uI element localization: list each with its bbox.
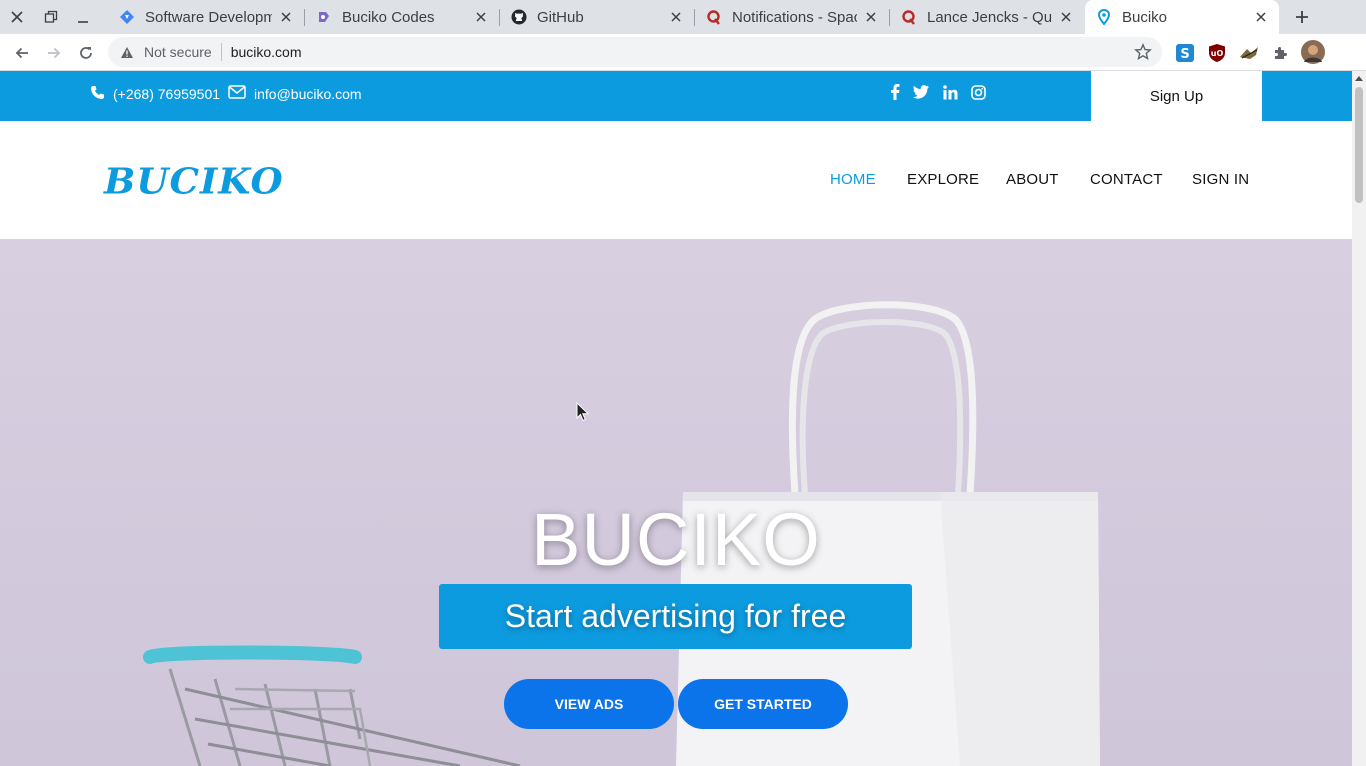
tab-github[interactable]: GitHub <box>500 0 694 34</box>
email-contact[interactable]: info@buciko.com <box>228 85 362 102</box>
warning-icon[interactable] <box>120 44 136 60</box>
twitter-icon[interactable] <box>912 83 930 101</box>
site-logo[interactable]: BUCIKO <box>104 160 284 202</box>
puzzle-icon[interactable] <box>1270 42 1292 64</box>
bookmark-star-icon[interactable] <box>1134 43 1152 64</box>
quora-icon <box>900 8 918 26</box>
reload-icon[interactable] <box>73 40 99 66</box>
location-pin-icon <box>1095 8 1113 26</box>
nav-home[interactable]: HOME <box>830 171 876 188</box>
mouse-cursor-icon <box>576 401 590 427</box>
nav-explore[interactable]: EXPLORE <box>907 171 979 188</box>
tab-close-icon[interactable] <box>668 9 684 25</box>
page-scrollbar[interactable] <box>1352 71 1366 766</box>
forward-icon[interactable] <box>41 40 67 66</box>
site-header: BUCIKO HOME EXPLORE ABOUT CONTACT SIGN I… <box>0 121 1352 239</box>
tab-title: Software Developm <box>145 8 272 26</box>
shopping-cart-illustration <box>143 645 521 766</box>
close-window-icon[interactable] <box>4 4 30 30</box>
tab-close-icon[interactable] <box>473 9 489 25</box>
tab-buciko-codes[interactable]: Buciko Codes <box>305 0 499 34</box>
phone-number[interactable]: (+268) 76959501 <box>113 86 220 102</box>
tab-title: GitHub <box>537 8 584 26</box>
tab-software-development[interactable]: Software Developm <box>108 0 304 34</box>
tab-close-icon[interactable] <box>1253 9 1269 25</box>
minimize-window-icon[interactable] <box>70 4 96 30</box>
profile-avatar[interactable] <box>1301 40 1325 64</box>
skype-icon[interactable]: S <box>1174 42 1196 64</box>
new-tab-icon[interactable] <box>1290 5 1314 29</box>
ext-icon[interactable] <box>1238 42 1260 64</box>
github-icon <box>510 8 528 26</box>
page-viewport: (+268) 76959501 info@buciko.com Sign Up … <box>0 71 1352 766</box>
security-label[interactable]: Not secure <box>144 44 212 60</box>
tab-buciko[interactable]: Buciko <box>1085 0 1279 34</box>
nav-about[interactable]: ABOUT <box>1006 171 1059 188</box>
facebook-icon[interactable] <box>886 83 904 101</box>
quora-icon <box>705 8 723 26</box>
google-sites-icon <box>118 8 136 26</box>
view-ads-button[interactable]: VIEW ADS <box>504 679 674 729</box>
browser-toolbar: Not secure buciko.com S uO <box>0 34 1366 71</box>
tab-close-icon[interactable] <box>863 9 879 25</box>
svg-text:uO: uO <box>1211 49 1224 58</box>
purple-app-icon <box>315 8 333 26</box>
hero-section: BUCIKO Start advertising for free VIEW A… <box>0 239 1352 766</box>
back-icon[interactable] <box>9 40 35 66</box>
sign-up-button[interactable]: Sign Up <box>1091 71 1262 121</box>
scrollbar-thumb[interactable] <box>1355 87 1363 203</box>
phone-icon <box>90 85 105 103</box>
nav-contact[interactable]: CONTACT <box>1090 171 1163 188</box>
restore-window-icon[interactable] <box>38 4 64 30</box>
tab-close-icon[interactable] <box>278 9 294 25</box>
tab-title: Lance Jencks - Quo <box>927 8 1052 26</box>
instagram-icon[interactable] <box>969 83 987 101</box>
hero-title: BUCIKO <box>531 498 821 581</box>
linkedin-icon[interactable] <box>941 83 959 101</box>
ublock-icon[interactable]: uO <box>1206 42 1228 64</box>
phone-contact[interactable]: (+268) 76959501 <box>90 85 220 103</box>
hero-tagline: Start advertising for free <box>439 584 912 649</box>
tab-lance-jencks[interactable]: Lance Jencks - Quo <box>890 0 1084 34</box>
envelope-icon <box>228 85 246 102</box>
email-address[interactable]: info@buciko.com <box>254 86 362 102</box>
nav-sign-in[interactable]: SIGN IN <box>1192 171 1249 188</box>
tab-title: Buciko Codes <box>342 8 435 26</box>
tab-close-icon[interactable] <box>1058 9 1074 25</box>
tab-title: Buciko <box>1122 8 1168 26</box>
contact-topbar: (+268) 76959501 info@buciko.com Sign Up <box>0 71 1352 121</box>
tab-strip: Software Developm Buciko Codes GitHub No… <box>0 0 1366 34</box>
get-started-button[interactable]: GET STARTED <box>678 679 848 729</box>
tab-notifications[interactable]: Notifications - Spac <box>695 0 889 34</box>
scroll-up-icon[interactable] <box>1352 71 1366 85</box>
address-divider <box>220 43 222 61</box>
url-text[interactable]: buciko.com <box>231 44 302 60</box>
tab-title: Notifications - Spac <box>732 8 857 26</box>
address-bar[interactable]: Not secure buciko.com <box>108 37 1162 67</box>
svg-text:S: S <box>1180 47 1189 62</box>
